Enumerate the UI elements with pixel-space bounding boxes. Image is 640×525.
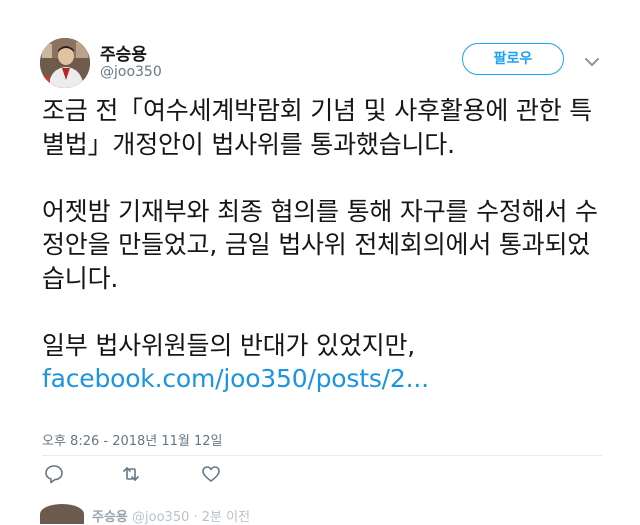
user-handle[interactable]: @joo350 bbox=[100, 64, 162, 80]
tweet-paragraph-text: 일부 법사위원들의 반대가 있었지만, bbox=[42, 330, 415, 360]
next-tweet-header: 주승용 @joo350 · 2분 이전 bbox=[92, 506, 250, 525]
next-tweet-display-name[interactable]: 주승용 bbox=[92, 510, 128, 525]
tweet-paragraph: 조금 전「여수세계박람회 기념 및 사후활용에 관한 특별법」개정안이 법사위를… bbox=[42, 96, 593, 159]
chevron-down-icon[interactable] bbox=[584, 53, 600, 66]
divider bbox=[42, 455, 602, 456]
next-tweet-handle: @joo350 · 2분 이전 bbox=[132, 510, 251, 525]
retweet-icon[interactable] bbox=[120, 463, 142, 485]
follow-button[interactable]: 팔로우 bbox=[462, 43, 564, 75]
tweet-link[interactable]: facebook.com/joo350/posts/2... bbox=[42, 364, 429, 393]
heart-icon[interactable] bbox=[200, 463, 222, 485]
reply-icon[interactable] bbox=[43, 463, 65, 485]
display-name[interactable]: 주승용 bbox=[100, 40, 147, 65]
avatar[interactable] bbox=[40, 38, 90, 88]
tweet-paragraph: 일부 법사위원들의 반대가 있었지만, facebook.com/joo350/p… bbox=[42, 329, 612, 396]
avatar-photo bbox=[40, 38, 90, 88]
next-tweet-avatar[interactable] bbox=[40, 504, 84, 524]
tweet-paragraph: 어젯밤 기재부와 최종 협의를 통해 자구를 수정해서 수정안을 만들었고, 금… bbox=[42, 196, 598, 293]
tweet-text: 조금 전「여수세계박람회 기념 및 사후활용에 관한 특별법」개정안이 법사위를… bbox=[42, 94, 612, 396]
tweet-timestamp[interactable]: 오후 8:26 - 2018년 11월 12일 bbox=[42, 430, 223, 449]
tweet-card: 주승용 @joo350 팔로우 조금 전「여수세계박람회 기념 및 사후활용에 … bbox=[0, 0, 640, 525]
